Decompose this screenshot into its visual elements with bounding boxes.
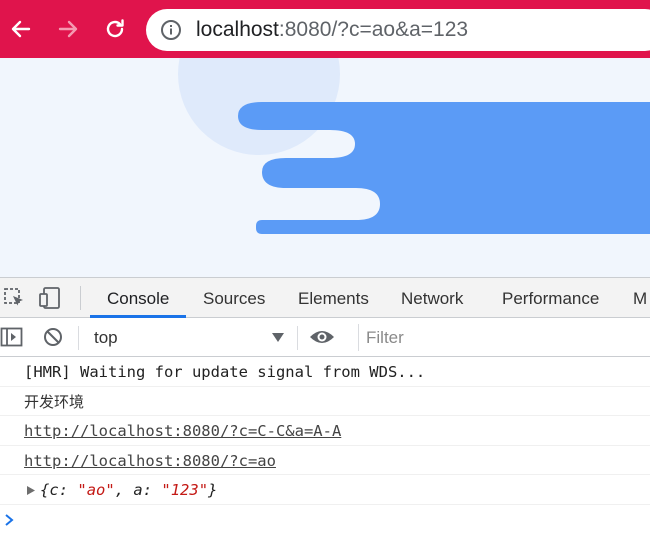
message-text: [HMR] Waiting for update signal from WDS… xyxy=(24,363,426,381)
console-message: 开发环境 xyxy=(0,387,650,416)
console-messages: [HMR] Waiting for update signal from WDS… xyxy=(0,357,650,535)
reload-button[interactable] xyxy=(96,10,134,48)
object-brace: { xyxy=(40,481,50,499)
back-button[interactable] xyxy=(2,10,40,48)
console-message: [HMR] Waiting for update signal from WDS… xyxy=(0,357,650,387)
console-message: http://localhost:8080/?c=C-C&a=A-A xyxy=(0,416,650,446)
toolbar-divider xyxy=(297,326,298,350)
sidebar-toggle-icon[interactable] xyxy=(0,326,24,348)
device-toggle-icon[interactable] xyxy=(38,286,64,310)
object-value: "ao" xyxy=(77,481,115,499)
arrow-left-icon xyxy=(11,20,31,38)
url-path: :8080/?c=ao&a=123 xyxy=(278,18,469,41)
tab-performance[interactable]: Performance xyxy=(502,278,599,318)
forward-button[interactable] xyxy=(49,10,87,48)
page-illustration xyxy=(178,58,650,234)
inspect-element-icon[interactable] xyxy=(2,286,28,310)
caret-down-icon xyxy=(272,333,284,342)
context-selector[interactable]: top xyxy=(84,324,290,351)
url-host: localhost xyxy=(196,18,279,41)
tab-sources[interactable]: Sources xyxy=(203,278,265,318)
tab-network[interactable]: Network xyxy=(401,278,463,318)
reload-icon xyxy=(106,19,124,38)
toolbar-divider xyxy=(80,286,81,310)
message-link[interactable]: http://localhost:8080/?c=C-C&a=A-A xyxy=(24,422,341,440)
devtools-tabbar: Console Sources Elements Network Perform… xyxy=(0,278,650,318)
tab-console[interactable]: Console xyxy=(107,278,169,318)
tab-more[interactable]: M xyxy=(633,278,647,318)
arrow-right-icon xyxy=(58,20,78,38)
message-text: 开发环境 xyxy=(24,392,85,411)
eye-icon[interactable] xyxy=(309,327,335,347)
devtools-panel: Console Sources Elements Network Perform… xyxy=(0,277,650,537)
object-value: "123" xyxy=(161,481,209,499)
object-key: c xyxy=(49,481,59,499)
url-text[interactable]: localhost:8080/?c=ao&a=123 xyxy=(196,17,468,43)
info-circle-icon[interactable] xyxy=(160,19,182,41)
clear-console-icon[interactable] xyxy=(42,326,64,348)
object-preview[interactable]: {c: "ao", a: "123"} xyxy=(40,475,217,505)
console-message: http://localhost:8080/?c=ao xyxy=(0,446,650,475)
console-prompt[interactable] xyxy=(0,505,650,535)
address-bar[interactable]: localhost:8080/?c=ao&a=123 xyxy=(146,9,650,51)
tab-elements[interactable]: Elements xyxy=(298,278,369,318)
chevron-right-icon xyxy=(5,513,14,526)
toolbar-divider xyxy=(78,326,79,350)
console-filter-input[interactable] xyxy=(358,324,650,351)
message-link[interactable]: http://localhost:8080/?c=ao xyxy=(24,452,276,470)
expand-triangle-icon[interactable] xyxy=(27,486,35,495)
console-toolbar: top xyxy=(0,318,650,357)
browser-toolbar: localhost:8080/?c=ao&a=123 xyxy=(0,0,650,58)
context-label: top xyxy=(94,328,118,347)
page-content xyxy=(0,58,650,277)
object-key: a xyxy=(133,481,143,499)
console-message: {c: "ao", a: "123"} xyxy=(0,475,650,505)
object-brace: } xyxy=(208,481,218,499)
